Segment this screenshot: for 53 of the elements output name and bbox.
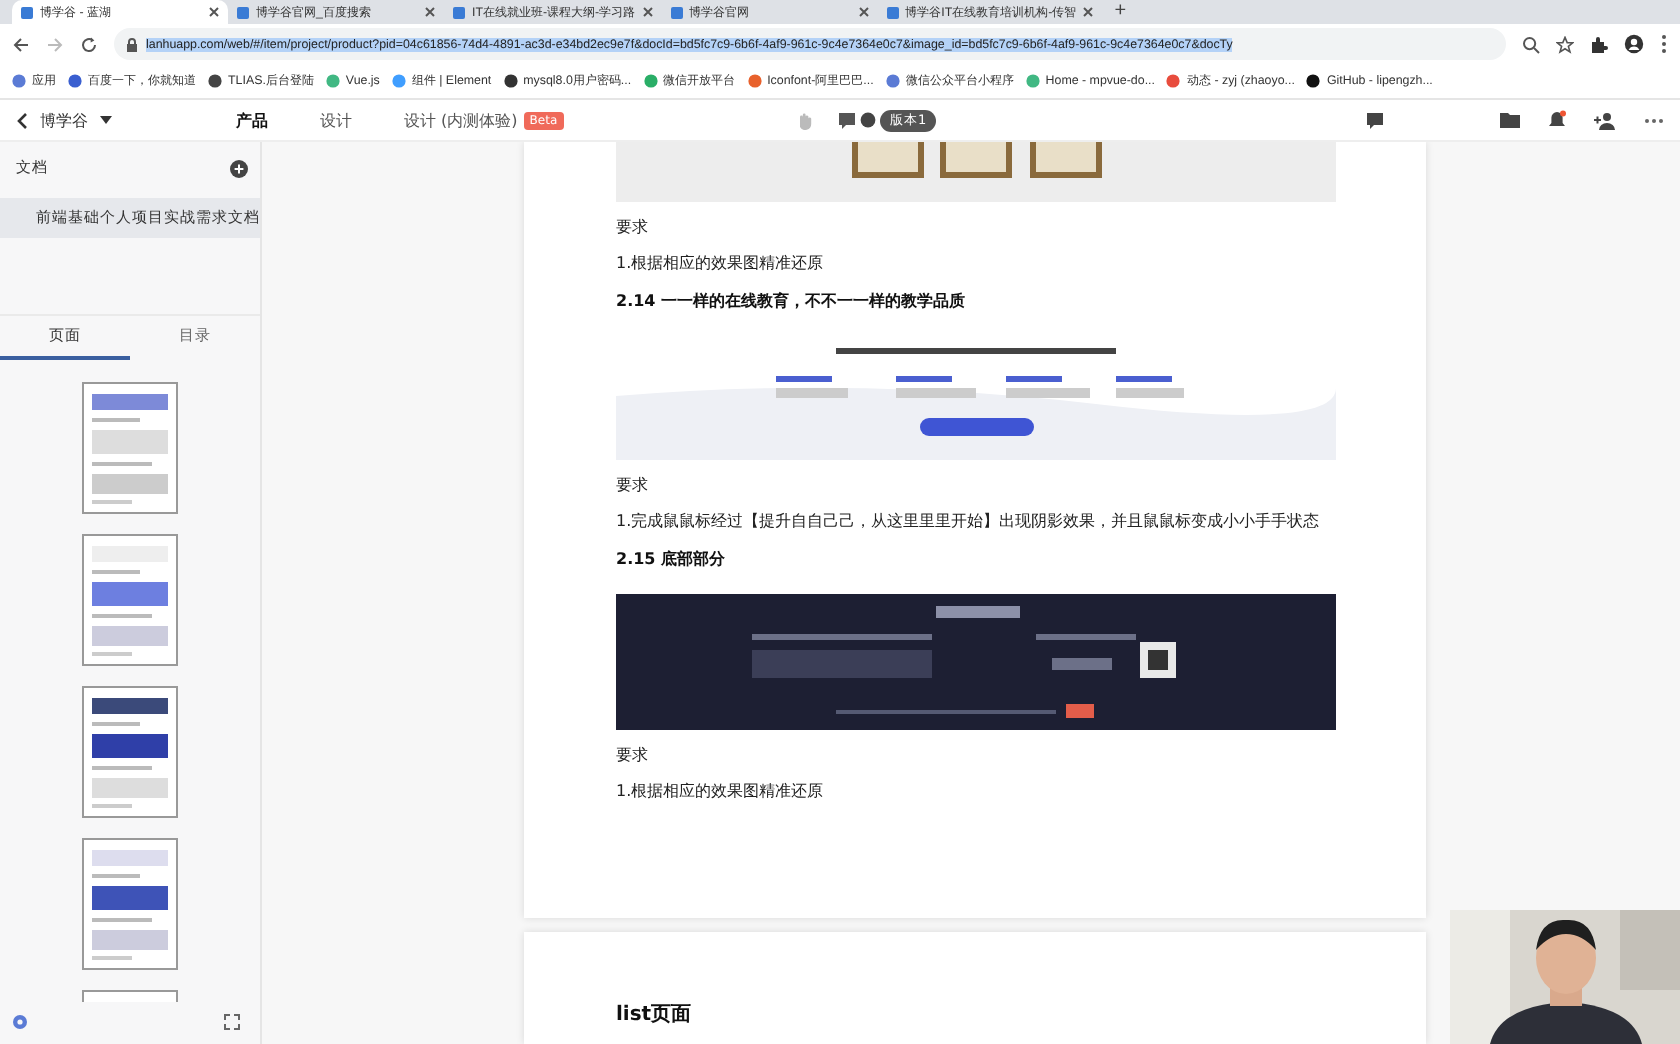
paragraph: 要求 xyxy=(616,216,650,238)
paragraph: 1.完成鼠鼠标经过【提升自自己己，从这里里里开始】出现阴影效果，并且鼠鼠标变成小小手手状态 xyxy=(616,510,1322,532)
bookmark-icon xyxy=(68,74,82,88)
close-icon[interactable] xyxy=(1082,6,1095,18)
bell-icon[interactable] xyxy=(1548,110,1566,130)
caret-icon[interactable] xyxy=(100,116,112,124)
close-icon[interactable] xyxy=(857,6,870,18)
search-icon[interactable] xyxy=(1522,35,1540,53)
bookmark-icon xyxy=(747,74,762,88)
bookmark-icon xyxy=(325,74,340,88)
page-title: list页面 xyxy=(616,1002,694,1028)
paragraph: 1.根据相应的效果图精准还原 xyxy=(616,780,826,802)
close-icon[interactable] xyxy=(424,6,436,18)
paragraph: 要求 xyxy=(616,474,650,496)
bookmark-icon xyxy=(643,74,658,88)
section-heading: 2.15 底部部分 xyxy=(616,548,728,570)
paragraph: 要求 xyxy=(616,744,650,766)
bookmark-icon xyxy=(1306,74,1321,88)
bookmark-icon xyxy=(885,74,900,88)
star-icon[interactable] xyxy=(1556,35,1574,53)
close-icon[interactable] xyxy=(208,6,220,18)
new-tab-button[interactable]: + xyxy=(1114,0,1127,24)
bookmark-icon xyxy=(208,74,222,88)
bookmark-icon xyxy=(12,74,26,88)
page-icon xyxy=(452,5,466,19)
more-icon[interactable] xyxy=(1644,117,1664,123)
bookmark-icon xyxy=(503,74,518,88)
page-icon xyxy=(669,5,684,19)
bookmark-icon xyxy=(1025,74,1040,88)
bookmark-icon xyxy=(1166,74,1181,88)
page-icon xyxy=(236,5,250,19)
page-icon xyxy=(885,5,900,19)
comment-icon[interactable] xyxy=(1366,111,1384,129)
project-name[interactable]: 博学谷 xyxy=(40,109,88,131)
reload-icon[interactable] xyxy=(80,35,98,53)
folder-icon[interactable] xyxy=(1500,112,1520,128)
page-icon xyxy=(20,5,34,19)
more-icon[interactable] xyxy=(1660,34,1668,54)
add-icon[interactable] xyxy=(230,159,248,177)
comment-icon[interactable] xyxy=(838,111,856,129)
nav-tab[interactable]: 产品 xyxy=(236,109,268,131)
add-member-icon[interactable] xyxy=(1594,111,1616,129)
paragraph: 1.根据相应的效果图精准还原 xyxy=(616,252,826,274)
puzzle-icon[interactable] xyxy=(1590,35,1608,53)
back-icon[interactable] xyxy=(16,111,28,129)
nav-tab[interactable]: 设计 xyxy=(320,109,352,131)
account-icon[interactable] xyxy=(1624,34,1644,54)
bookmark-icon xyxy=(391,74,406,88)
back-icon[interactable] xyxy=(12,35,30,53)
lock-icon xyxy=(126,37,138,51)
section-heading: 2.14 一一样的在线教育，不不一一样的教学品质 xyxy=(616,290,968,312)
close-icon[interactable] xyxy=(641,6,654,18)
expand-icon[interactable] xyxy=(224,1014,240,1030)
